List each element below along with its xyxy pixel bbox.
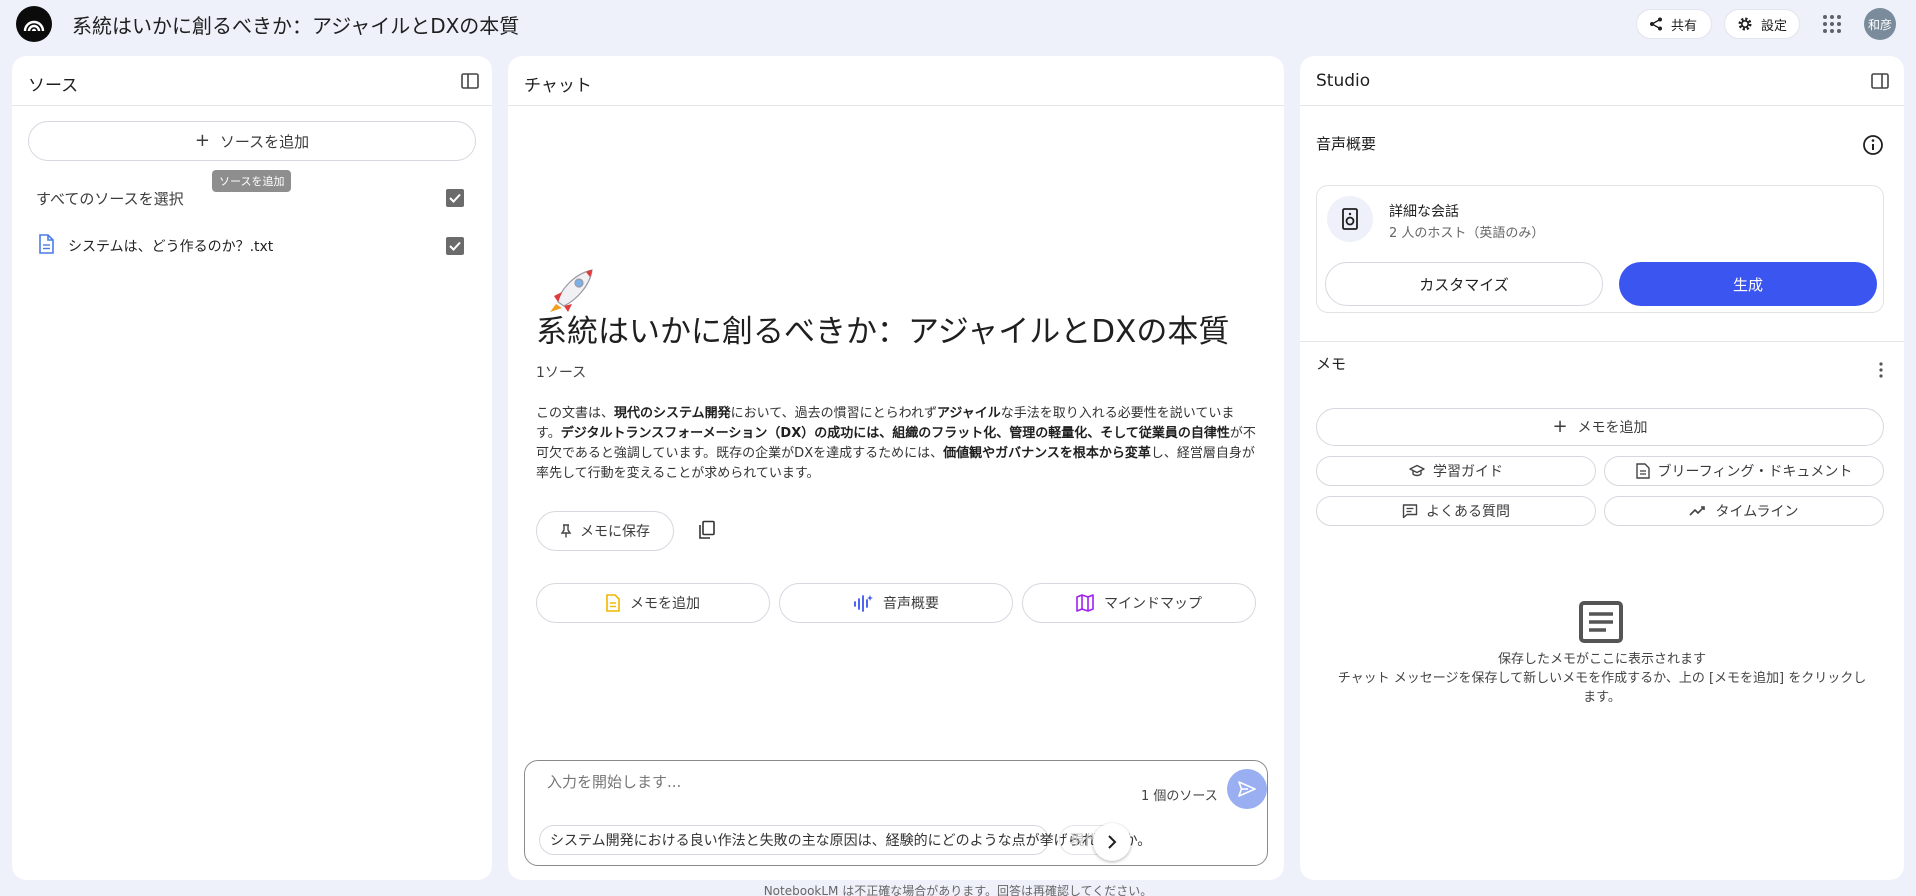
disclaimer-text: NotebookLM は不正確な場合があります。回答は再確認してください。 (763, 884, 1153, 896)
audio-format-subtitle: 2 人のホスト（英語のみ） (1389, 226, 1545, 241)
studio-title: Studio (1316, 71, 1371, 91)
chip-label: タイムライン (1715, 504, 1799, 520)
add-source-label: ソースを追加 (219, 132, 310, 151)
tooltip: ソースを追加 (212, 170, 292, 192)
plus-icon: + (1552, 416, 1568, 437)
select-all-label: すべてのソースを選択 (36, 190, 184, 208)
chevron-right-icon (1108, 835, 1117, 849)
info-icon[interactable] (1862, 134, 1884, 156)
collapse-sidebar-icon[interactable] (460, 71, 480, 91)
audio-overview-heading: 音声概要 (1316, 135, 1377, 153)
audio-waveform-icon (854, 595, 873, 612)
speaker-icon-wrap (1327, 196, 1373, 242)
next-suggestions-button[interactable] (1093, 823, 1131, 861)
summary-text: において、過去の慣習にとらわれず (730, 406, 937, 421)
chat-input-box[interactable]: 入力を開始します... 1 個のソース システム開発における良い作法と失敗の主な… (524, 760, 1268, 866)
map-icon (1076, 594, 1094, 612)
briefing-document-button[interactable]: ブリーフィング・ドキュメント (1604, 456, 1884, 486)
graduation-cap-icon (1409, 464, 1425, 477)
select-all-checkbox[interactable] (446, 189, 464, 207)
timeline-button[interactable]: タイムライン (1604, 496, 1884, 526)
document-summary: この文書は、現代のシステム開発において、過去の慣習にとらわれずアジャイルな手法を… (536, 404, 1258, 484)
check-icon (449, 193, 461, 203)
action-label: 音声概要 (883, 596, 939, 612)
suggested-question-chip[interactable]: システム開発における良い作法と失敗の主な原因は、経験的にどのような点が挙げられま… (539, 825, 1151, 855)
copy-icon[interactable] (698, 520, 716, 540)
empty-notes-title: 保存したメモがここに表示されます (1497, 652, 1706, 667)
share-button[interactable]: 共有 (1636, 9, 1712, 39)
send-button[interactable] (1227, 769, 1267, 809)
text-file-icon (39, 234, 54, 254)
note-icon (606, 594, 620, 612)
action-label: メモを追加 (630, 596, 700, 612)
notebooklm-logo[interactable] (16, 6, 52, 42)
settings-label: 設定 (1761, 18, 1788, 34)
avatar[interactable]: 和彦 (1864, 8, 1896, 40)
customize-button[interactable]: カスタマイズ (1325, 262, 1603, 306)
chat-title: チャット (524, 76, 592, 96)
collapse-panel-icon[interactable] (1870, 71, 1890, 91)
faq-button[interactable]: よくある質問 (1316, 496, 1596, 526)
summary-emphasis: 価値観やガバナンスを根本から変革 (943, 446, 1151, 461)
chat-input[interactable]: 入力を開始します... (547, 771, 681, 792)
gear-icon (1738, 17, 1752, 31)
studio-header: Studio (1300, 56, 1904, 106)
notebook-title[interactable]: 系統はいかに創るべきか：アジャイルとDXの本質 (72, 10, 519, 39)
document-icon (1635, 463, 1650, 479)
save-to-note-button[interactable]: メモに保存 (536, 511, 674, 551)
chip-label: 学習ガイド (1433, 464, 1503, 480)
add-memo-label: メモを追加 (1577, 420, 1648, 436)
summary-emphasis: 現代のシステム開発 (614, 406, 731, 421)
input-source-count: 1 個のソース (1141, 789, 1218, 804)
check-icon (449, 241, 461, 251)
sources-panel: ソース + ソースを追加 ソースを追加 すべてのソースを選択 システムは、どう作… (12, 56, 492, 880)
add-memo-button[interactable]: + メモを追加 (1316, 408, 1884, 446)
share-icon (1650, 17, 1662, 31)
study-guide-button[interactable]: 学習ガイド (1316, 456, 1596, 486)
generate-button[interactable]: 生成 (1619, 262, 1877, 306)
save-note-label: メモに保存 (580, 524, 650, 540)
memo-heading: メモ (1316, 355, 1347, 373)
chat-header: チャット (508, 56, 1284, 106)
note-placeholder-icon (1579, 601, 1623, 643)
audio-format-title: 詳細な会話 (1389, 204, 1459, 220)
empty-notes-description: ます。 (1583, 690, 1621, 705)
speaker-icon (1342, 208, 1358, 230)
chip-label: よくある質問 (1426, 504, 1510, 520)
faq-icon (1402, 504, 1418, 519)
settings-button[interactable]: 設定 (1724, 9, 1800, 39)
chat-panel: チャット 系統はいかに創るべきか：アジャイルとDXの本質 1ソース この文書は、… (508, 56, 1284, 880)
logo-icon (23, 20, 45, 32)
empty-notes-description: チャット メッセージを保存して新しいメモを作成するか、上の [メモを追加] をク… (1337, 671, 1867, 686)
summary-text: この文書は、 (536, 406, 615, 421)
divider (1300, 341, 1904, 342)
action-label: マインドマップ (1104, 596, 1202, 612)
send-icon (1238, 781, 1256, 797)
add-source-button[interactable]: + ソースを追加 (28, 121, 476, 161)
sources-header: ソース (12, 56, 492, 106)
mind-map-action-button[interactable]: マインドマップ (1022, 583, 1256, 623)
add-note-action-button[interactable]: メモを追加 (536, 583, 770, 623)
audio-overview-card: 詳細な会話 2 人のホスト（英語のみ） カスタマイズ 生成 (1316, 185, 1884, 313)
studio-panel: Studio 音声概要 詳細な会話 2 人のホスト（英語のみ） カスタマイズ 生… (1300, 56, 1904, 880)
source-count: 1ソース (536, 365, 587, 381)
share-label: 共有 (1671, 18, 1698, 34)
source-name: システムは、どう作るのか？.txt (68, 239, 274, 255)
top-bar: 系統はいかに創るべきか：アジャイルとDXの本質 共有 設定 和彦 (0, 0, 1916, 46)
summary-emphasis: デジタルトランスフォーメーション（DX）の成功には、組織のフラット化、管理の軽量… (560, 426, 1230, 441)
apps-grid-icon[interactable] (1822, 14, 1842, 34)
more-options-icon[interactable] (1878, 361, 1884, 379)
chip-label: ブリーフィング・ドキュメント (1657, 464, 1853, 480)
document-title: 系統はいかに創るべきか：アジャイルとDXの本質 (536, 314, 1230, 350)
summary-emphasis: アジャイル (936, 406, 1001, 421)
plus-icon: + (194, 130, 210, 151)
timeline-icon (1689, 506, 1706, 516)
audio-overview-action-button[interactable]: 音声概要 (779, 583, 1013, 623)
source-checkbox[interactable] (446, 237, 464, 255)
pin-icon (560, 524, 572, 538)
sources-title: ソース (28, 76, 79, 96)
